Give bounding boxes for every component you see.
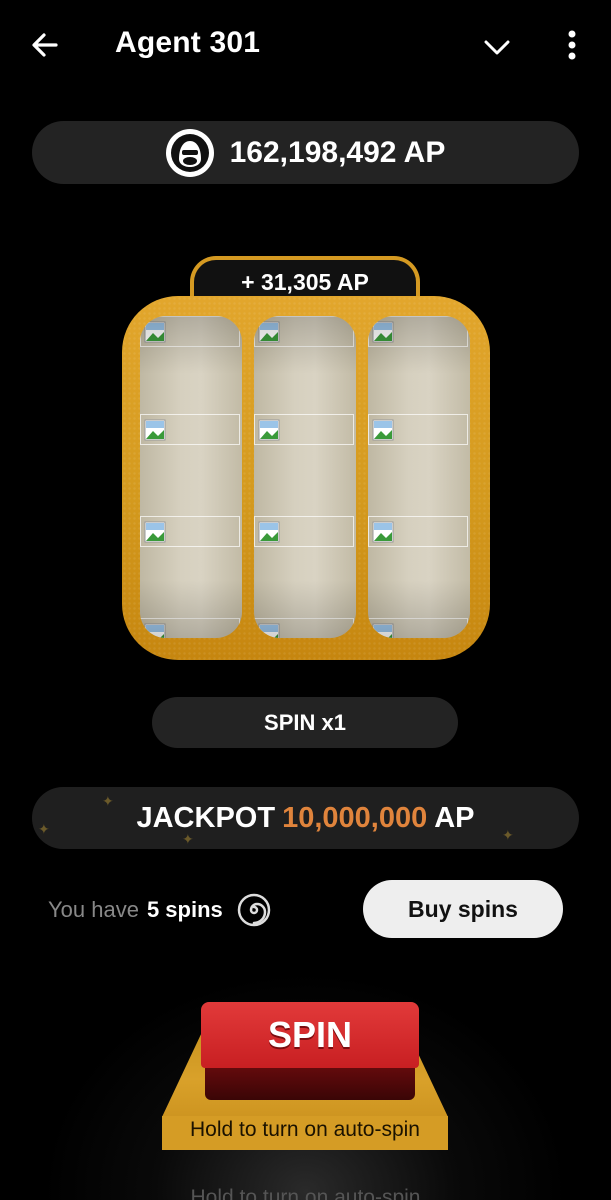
avatar: [165, 128, 214, 177]
page-title: Agent 301: [115, 26, 261, 59]
spins-remaining: You have 5 spins: [48, 893, 271, 927]
gorilla-avatar-icon: [170, 133, 209, 172]
sparkle-icon: ✦: [502, 827, 514, 843]
reel-symbol: [140, 618, 240, 638]
back-button[interactable]: [28, 28, 62, 62]
broken-image-icon: [258, 521, 280, 543]
reel-symbol: [140, 414, 240, 445]
jackpot-banner: ✦ ✦ ✦ ✦ JACKPOT 10,000,000 AP: [32, 787, 579, 849]
sparkle-icon: ✦: [38, 821, 50, 837]
broken-image-icon: [258, 623, 280, 638]
sparkle-icon: ✦: [182, 831, 194, 847]
reel-symbol: [254, 618, 354, 638]
reel-symbol: [140, 316, 240, 347]
spin-button[interactable]: SPIN: [201, 1002, 419, 1100]
spin-multiplier-button[interactable]: SPIN x1: [152, 697, 458, 748]
broken-image-icon: [258, 321, 280, 343]
reel-symbol: [368, 414, 468, 445]
broken-image-icon: [372, 419, 394, 441]
reel-symbol: [368, 618, 468, 638]
spiral-icon: [237, 893, 271, 927]
broken-image-icon: [258, 419, 280, 441]
spins-prefix: You have: [48, 897, 139, 922]
broken-image-icon: [144, 623, 166, 638]
jackpot-unit: AP: [434, 801, 475, 834]
buy-spins-button[interactable]: Buy spins: [363, 880, 563, 938]
reel-3: [368, 316, 470, 638]
broken-image-icon: [144, 419, 166, 441]
reel-symbol: [368, 316, 468, 347]
reel-1: [140, 316, 242, 638]
footer-hint-ghost: Hold to turn on auto-spin: [190, 1186, 421, 1200]
reel-symbol: [368, 516, 468, 547]
balance-pill: 162,198,492 AP: [32, 121, 579, 184]
more-button[interactable]: [556, 26, 588, 66]
slot-screen: Agent 301 162,198,492 AP + 31,305 AP SPI…: [0, 0, 611, 1200]
spin-button-label: SPIN: [267, 1014, 353, 1055]
collapse-button[interactable]: [480, 30, 514, 64]
reel-symbol: [140, 516, 240, 547]
slot-machine-frame: [122, 296, 490, 660]
spins-count: 5 spins: [146, 897, 223, 922]
broken-image-icon: [372, 321, 394, 343]
top-bar: Agent 301: [0, 0, 611, 92]
broken-image-icon: [144, 521, 166, 543]
sparkle-icon: ✦: [102, 793, 114, 809]
broken-image-icon: [144, 321, 166, 343]
chevron-down-icon: [484, 40, 510, 55]
reel-2: [254, 316, 356, 638]
reel-symbol: [254, 316, 354, 347]
arrow-left-icon: [32, 33, 58, 57]
broken-image-icon: [372, 521, 394, 543]
more-vertical-icon: [568, 30, 576, 60]
balance-amount: 162,198,492 AP: [229, 135, 446, 169]
auto-spin-hint: Hold to turn on auto-spin: [190, 1118, 420, 1141]
jackpot-label: JACKPOT: [136, 801, 276, 834]
broken-image-icon: [372, 623, 394, 638]
reel-symbol: [254, 414, 354, 445]
jackpot-amount: 10,000,000: [282, 801, 428, 834]
reel-symbol: [254, 516, 354, 547]
